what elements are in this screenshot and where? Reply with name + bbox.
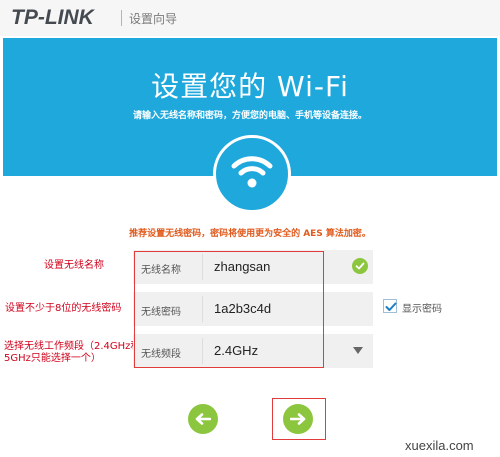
previous-button[interactable] [188, 404, 218, 434]
arrow-right-icon [290, 413, 306, 425]
wifi-icon [213, 135, 291, 213]
banner-title: 设置您的 Wi-Fi [151, 70, 349, 103]
chevron-down-icon[interactable] [353, 347, 363, 354]
annotation-password: 设置不少于8位的无线密码 [5, 303, 122, 314]
show-password-label: 显示密码 [402, 304, 442, 315]
logo-divider [121, 10, 122, 26]
check-circle-icon [352, 258, 368, 274]
highlight-fields-box [134, 251, 324, 368]
show-password-checkbox[interactable] [383, 299, 397, 313]
security-notice: 推荐设置无线密码，密码将使用更为安全的 AES 算法加密。 [129, 229, 371, 239]
annotation-ssid: 设置无线名称 [44, 260, 104, 271]
banner-subtitle: 请输入无线名称和密码，方便您的电脑、手机等设备连接。 [132, 111, 367, 121]
watermark: xuexila.com [405, 438, 474, 453]
next-button[interactable] [283, 404, 313, 434]
annotation-band: 选择无线工作频段（2.4GHz和5GHz只能选择一个） [4, 341, 141, 364]
top-bar: TP-LINK 设置向导 [0, 0, 500, 36]
wizard-title: 设置向导 [129, 12, 178, 26]
arrow-left-icon [195, 413, 211, 425]
tp-link-logo: TP-LINK [11, 6, 94, 29]
